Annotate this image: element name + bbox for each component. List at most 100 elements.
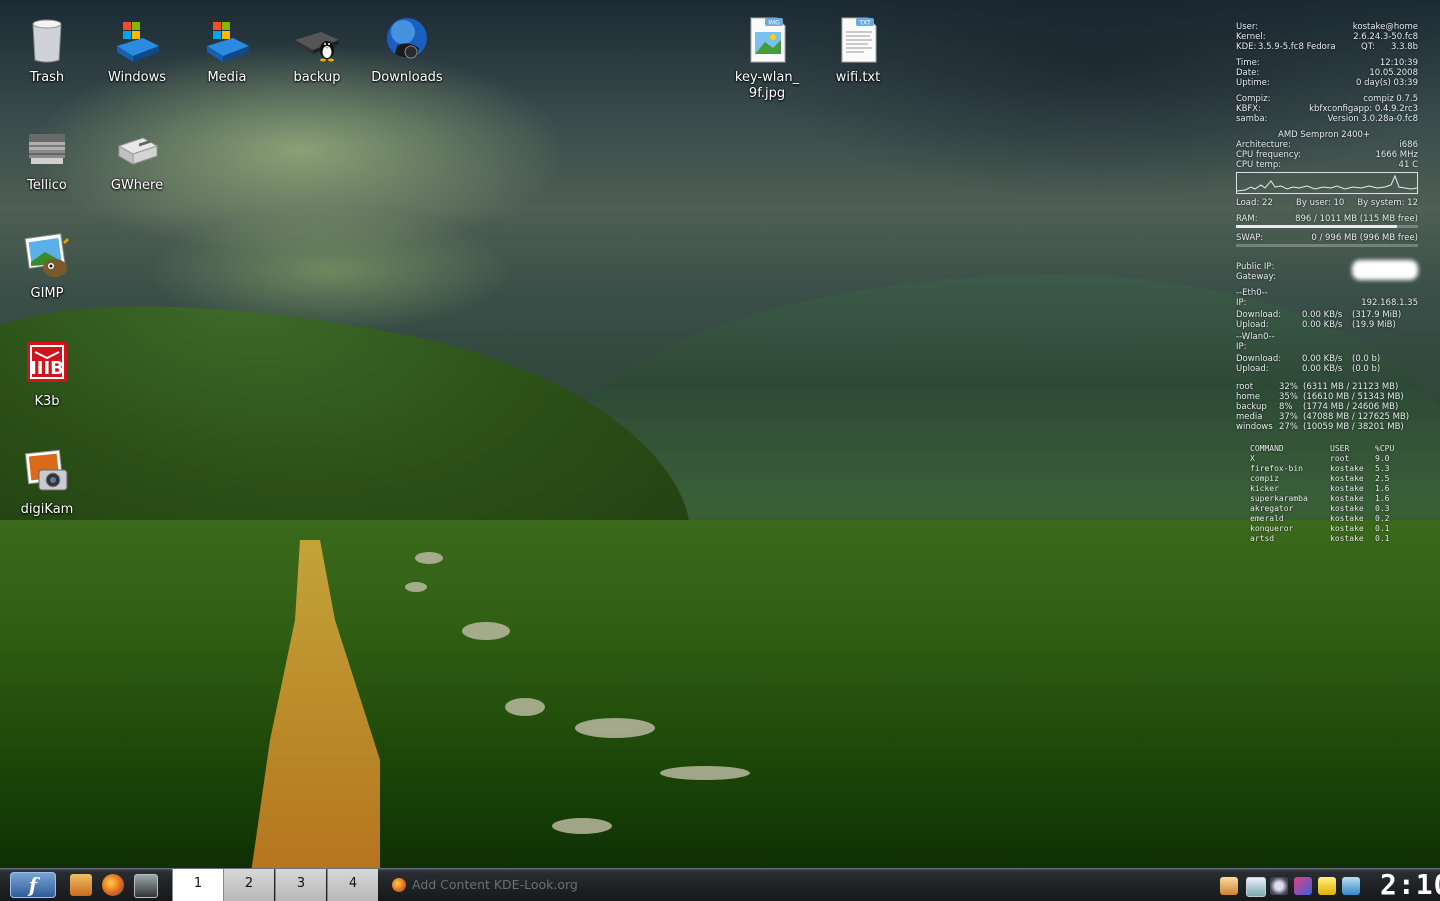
eth0-ip-label: IP: (1236, 298, 1247, 308)
desktop-icon-trash[interactable]: Trash (2, 16, 92, 86)
icon-label: backup (293, 70, 341, 85)
ram-bar (1236, 225, 1418, 228)
swap-value: 0 / 996 MB (996 MB free) (1311, 233, 1418, 243)
disk-usage-list: root 32% (6311 MB / 21123 MB) home 35% (16610… (1236, 382, 1418, 432)
pager-desktop-3[interactable]: 3 (275, 869, 326, 901)
kicker-panel: f 1 2 3 4 Add Content KDE-Look.org 2:10 (0, 868, 1440, 901)
desktop-icon-backup[interactable]: backup (272, 16, 362, 86)
desktop-wallpaper: Trash Windows Media backup Downloads IMG… (0, 0, 1440, 868)
process-cell: kostake (1330, 504, 1364, 513)
disk-name: home (1236, 392, 1261, 402)
eth0-ip-value: 192.168.1.35 (1361, 298, 1418, 308)
desktop-icon-gimp[interactable]: GIMP (2, 232, 92, 302)
tray-photo-icon[interactable] (1220, 877, 1238, 895)
process-cell: 2.5 (1375, 474, 1390, 483)
kde-label: KDE: (1236, 42, 1257, 52)
desktop-icon-k3b[interactable]: IIIB K3b (2, 340, 92, 410)
linux-drive-icon (293, 16, 341, 64)
desktop-icon-windows[interactable]: Windows (92, 16, 182, 86)
eth0-header: --Eth0-- (1236, 288, 1268, 298)
tray-network-icon[interactable] (1270, 877, 1288, 895)
media-drive-icon (203, 16, 251, 64)
desktop-icon-wifi-txt[interactable]: TXT wifi.txt (813, 16, 903, 86)
public-ip-label: Public IP: (1236, 262, 1275, 272)
kernel-value: 2.6.24.3-50.fc8 (1353, 32, 1418, 42)
rock (660, 766, 750, 780)
eth0-download-rate: 0.00 KB/s (1302, 310, 1343, 320)
tray-kbfx-icon[interactable] (1294, 877, 1312, 895)
icon-label: Trash (29, 70, 65, 85)
time-value: 12:10:39 (1379, 58, 1418, 68)
icon-label: GWhere (110, 178, 164, 193)
process-cell: konqueror (1250, 524, 1294, 533)
compiz-value: compiz 0.7.5 (1363, 94, 1418, 104)
rock (575, 718, 655, 738)
disk-percent: 27% (1279, 422, 1298, 432)
ram-value: 896 / 1011 MB (115 MB free) (1295, 214, 1418, 224)
process-cell: akregator (1250, 504, 1294, 513)
tellico-icon (23, 124, 71, 172)
desktop-icon-digikam[interactable]: digiKam (2, 448, 92, 518)
rock (415, 552, 443, 564)
home-folder-icon[interactable] (70, 874, 92, 896)
svg-text:IMG: IMG (768, 20, 780, 27)
rock (405, 582, 427, 592)
tray-notes-icon[interactable] (1318, 877, 1336, 895)
freq-value: 1666 MHz (1375, 150, 1418, 160)
process-cell: kostake (1330, 514, 1364, 523)
samba-value: Version 3.0.28a-0.fc8 (1327, 114, 1418, 124)
disk-percent: 37% (1279, 412, 1298, 422)
tray-update-icon[interactable] (1342, 877, 1360, 895)
process-header-cell: %CPU (1375, 444, 1395, 453)
disk-detail: (16610 MB / 51343 MB) (1303, 392, 1404, 402)
desktop-icon-tellico[interactable]: Tellico (2, 124, 92, 194)
process-cell: 1.6 (1375, 484, 1390, 493)
desktop-icon-media[interactable]: Media (182, 16, 272, 86)
pager-desktop-1[interactable]: 1 (172, 869, 223, 901)
wlan0-upload-rate: 0.00 KB/s (1302, 364, 1343, 374)
wlan0-header: --Wlan0-- (1236, 332, 1275, 342)
process-cell: 0.3 (1375, 504, 1390, 513)
pager-desktop-4[interactable]: 4 (327, 869, 378, 901)
gateway-label: Gateway: (1236, 272, 1276, 282)
process-cell: 0.1 (1375, 524, 1390, 533)
panel-clock[interactable]: 2:10 (1380, 870, 1440, 900)
taskbar-item-firefox[interactable]: Add Content KDE-Look.org (388, 873, 608, 897)
desktop-icon-downloads[interactable]: Downloads (362, 16, 452, 86)
kbfx-label: KBFX: (1236, 104, 1261, 114)
samba-label: samba: (1236, 114, 1268, 124)
kernel-label: Kernel: (1236, 32, 1266, 42)
process-cell: kostake (1330, 474, 1364, 483)
eth0-upload-total: (19.9 MiB) (1352, 320, 1396, 330)
disk-row: backup 8% (1774 MB / 24606 MB) (1236, 402, 1418, 412)
process-row: akregator kostake 0.3 (1250, 504, 1418, 514)
icon-label: key-wlan_ 9f.jpg (734, 70, 800, 101)
disk-percent: 32% (1279, 382, 1298, 392)
svg-text:IIIB: IIIB (30, 358, 64, 379)
temp-value: 41 C (1398, 160, 1418, 170)
text-file-icon: TXT (834, 16, 882, 64)
process-header: COMMAND USER %CPU (1250, 444, 1418, 454)
disk-name: media (1236, 412, 1263, 422)
wlan0-upload-total: (0.0 b) (1352, 364, 1381, 374)
tray-clipboard-icon[interactable] (1246, 877, 1266, 897)
process-cell: 9.0 (1375, 454, 1390, 463)
desktop-icon-gwhere[interactable]: GWhere (92, 124, 182, 194)
process-cell: kostake (1330, 464, 1364, 473)
icon-label: wifi.txt (835, 70, 881, 85)
process-cell: root (1330, 454, 1350, 463)
uptime-value: 0 day(s) 03:39 (1355, 78, 1418, 88)
desktop-icon-key-wlan[interactable]: IMG key-wlan_ 9f.jpg (722, 16, 812, 102)
firefox-icon[interactable] (102, 874, 124, 896)
wlan0-download-rate: 0.00 KB/s (1302, 354, 1343, 364)
process-cell: X (1250, 454, 1255, 463)
gwhere-icon (113, 124, 161, 172)
icon-label: Windows (107, 70, 167, 85)
kmenu-button[interactable]: f (10, 872, 56, 898)
pager-desktop-2[interactable]: 2 (223, 869, 274, 901)
process-cell: compiz (1250, 474, 1279, 483)
process-cell: firefox-bin (1250, 464, 1303, 473)
icon-label: digiKam (20, 502, 74, 517)
terminal-icon[interactable] (134, 874, 158, 898)
kde-value: 3.5.9-5.fc8 Fedora (1258, 42, 1336, 52)
